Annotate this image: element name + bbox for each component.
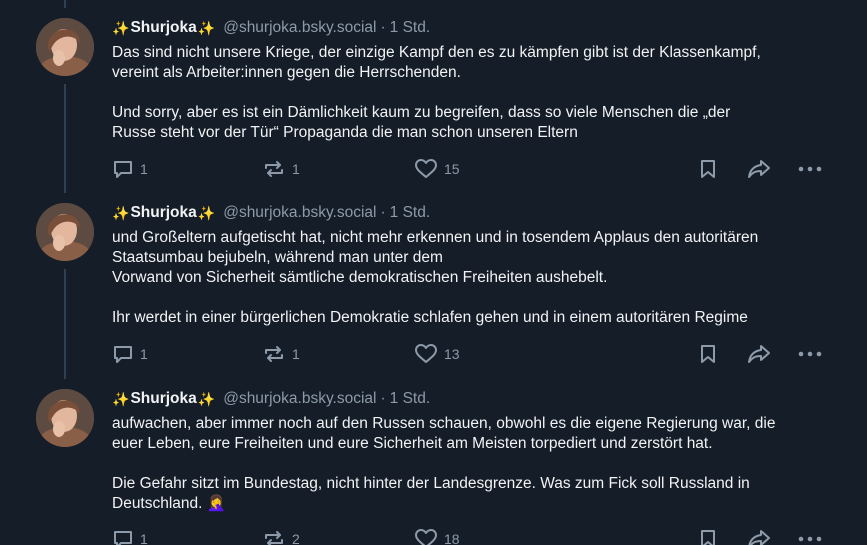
post-header: ✨ Shurjoka ✨ @shurjoka.bsky.social · 1 S… xyxy=(112,203,430,223)
bookmark-button[interactable] xyxy=(697,527,719,545)
like-button[interactable]: 15 xyxy=(414,157,460,181)
post-paragraph: aufwachen, aber immer noch auf den Russe… xyxy=(112,415,776,452)
bookmark-icon xyxy=(697,528,719,545)
reply-count: 1 xyxy=(140,531,148,545)
post-thread: ✨ Shurjoka ✨ @shurjoka.bsky.social · 1 S… xyxy=(0,0,867,545)
post[interactable]: ✨ Shurjoka ✨ @shurjoka.bsky.social · 1 S… xyxy=(0,0,867,185)
thread-line-top xyxy=(64,370,66,379)
post-text: aufwachen, aber immer noch auf den Russe… xyxy=(112,414,842,514)
like-count: 13 xyxy=(444,346,460,362)
share-button[interactable] xyxy=(746,342,772,366)
separator-dot: · xyxy=(380,19,386,36)
reply-button[interactable]: 1 xyxy=(112,342,148,366)
share-button[interactable] xyxy=(746,157,772,181)
author-handle[interactable]: @shurjoka.bsky.social xyxy=(223,390,376,408)
repost-arrows-icon xyxy=(262,343,286,365)
post-text: und Großeltern aufgetischt hat, nicht me… xyxy=(112,228,842,328)
speech-bubble-icon xyxy=(112,343,134,365)
post-header: ✨ Shurjoka ✨ @shurjoka.bsky.social · 1 S… xyxy=(112,389,430,409)
post[interactable]: ✨ Shurjoka ✨ @shurjoka.bsky.social · 1 S… xyxy=(0,370,867,545)
heart-icon xyxy=(414,158,438,180)
like-button[interactable]: 13 xyxy=(414,342,460,366)
repost-button[interactable]: 2 xyxy=(262,527,300,545)
author-name[interactable]: Shurjoka xyxy=(130,204,196,222)
more-dots-icon xyxy=(798,528,822,545)
thread-line-top xyxy=(64,185,66,193)
thread-line-bottom xyxy=(64,84,66,185)
reply-button[interactable]: 1 xyxy=(112,527,148,545)
author-handle[interactable]: @shurjoka.bsky.social xyxy=(223,19,376,37)
avatar[interactable] xyxy=(36,203,94,261)
share-arrow-icon xyxy=(746,343,772,365)
speech-bubble-icon xyxy=(112,158,134,180)
author-name[interactable]: Shurjoka xyxy=(130,19,196,37)
more-options-button[interactable] xyxy=(798,342,822,366)
post-actions: 1 2 18 xyxy=(112,527,824,545)
more-options-button[interactable] xyxy=(798,527,822,545)
more-dots-icon xyxy=(798,158,822,180)
heart-icon xyxy=(414,343,438,365)
post[interactable]: ✨ Shurjoka ✨ @shurjoka.bsky.social · 1 S… xyxy=(0,185,867,370)
reply-button[interactable]: 1 xyxy=(112,157,148,181)
post-actions: 1 1 15 xyxy=(112,157,824,181)
share-button[interactable] xyxy=(746,527,772,545)
more-options-button[interactable] xyxy=(798,157,822,181)
thread-line-bottom xyxy=(64,269,66,370)
repost-arrows-icon xyxy=(262,528,286,545)
sparkle-emoji: ✨ xyxy=(197,204,216,221)
post-paragraph: Und sorry, aber es ist ein Dämlichkeit k… xyxy=(112,104,731,141)
repost-count: 2 xyxy=(292,531,300,545)
post-header: ✨ Shurjoka ✨ @shurjoka.bsky.social · 1 S… xyxy=(112,18,430,38)
post-paragraph: und Großeltern aufgetischt hat, nicht me… xyxy=(112,229,759,286)
bookmark-button[interactable] xyxy=(697,342,719,366)
repost-count: 1 xyxy=(292,346,300,362)
like-button[interactable]: 18 xyxy=(414,527,460,545)
sparkle-emoji: ✨ xyxy=(112,390,130,407)
sparkle-emoji: ✨ xyxy=(112,204,130,221)
repost-arrows-icon xyxy=(262,158,286,180)
post-text: Das sind nicht unsere Kriege, der einzig… xyxy=(112,43,842,143)
reply-count: 1 xyxy=(140,161,148,177)
post-paragraph: Ihr werdet in einer bürgerlichen Demokra… xyxy=(112,309,748,326)
repost-button[interactable]: 1 xyxy=(262,342,300,366)
post-paragraph: Die Gefahr sitzt im Bundestag, nicht hin… xyxy=(112,475,750,512)
author-name[interactable]: Shurjoka xyxy=(130,390,196,408)
author-handle[interactable]: @shurjoka.bsky.social xyxy=(223,204,376,222)
reply-count: 1 xyxy=(140,346,148,362)
heart-icon xyxy=(414,528,438,545)
sparkle-emoji: ✨ xyxy=(112,19,130,36)
post-actions: 1 1 13 xyxy=(112,342,824,366)
share-arrow-icon xyxy=(746,528,772,545)
bookmark-button[interactable] xyxy=(697,157,719,181)
bookmark-icon xyxy=(697,158,719,180)
repost-button[interactable]: 1 xyxy=(262,157,300,181)
post-timestamp[interactable]: 1 Std. xyxy=(390,204,431,222)
avatar[interactable] xyxy=(36,18,94,76)
speech-bubble-icon xyxy=(112,528,134,545)
avatar[interactable] xyxy=(36,389,94,447)
sparkle-emoji: ✨ xyxy=(197,19,216,36)
thread-line-top xyxy=(64,0,66,8)
like-count: 15 xyxy=(444,161,460,177)
repost-count: 1 xyxy=(292,161,300,177)
post-timestamp[interactable]: 1 Std. xyxy=(390,390,431,408)
post-paragraph: Das sind nicht unsere Kriege, der einzig… xyxy=(112,44,761,81)
separator-dot: · xyxy=(380,204,386,221)
more-dots-icon xyxy=(798,343,822,365)
bookmark-icon xyxy=(697,343,719,365)
like-count: 18 xyxy=(444,531,460,545)
sparkle-emoji: ✨ xyxy=(197,390,216,407)
post-timestamp[interactable]: 1 Std. xyxy=(390,19,431,37)
separator-dot: · xyxy=(380,390,386,407)
share-arrow-icon xyxy=(746,158,772,180)
